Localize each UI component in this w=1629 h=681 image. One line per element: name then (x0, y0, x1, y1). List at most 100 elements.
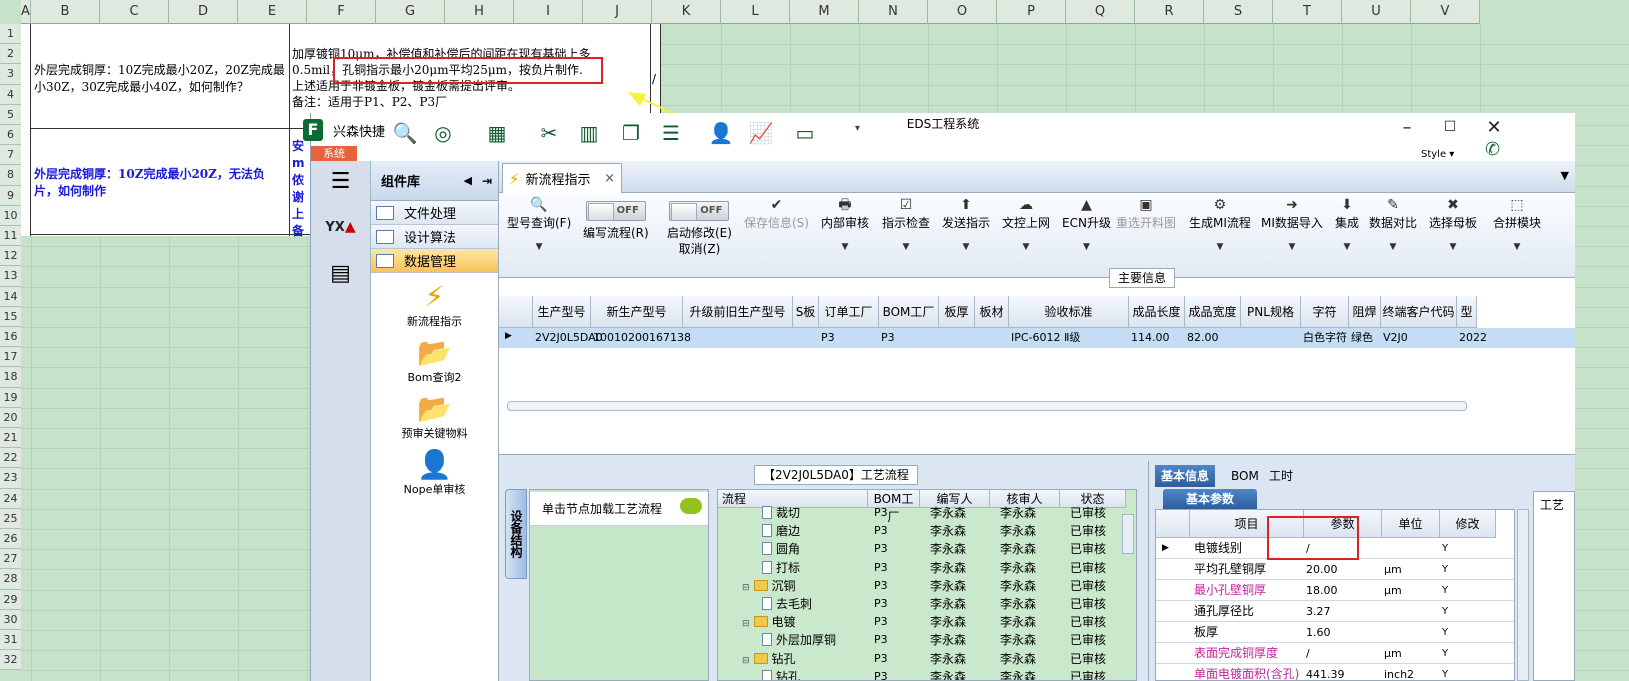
tree-node[interactable]: 外层加厚铜 (762, 631, 836, 649)
tree-node[interactable]: 钻孔 (762, 668, 800, 680)
vertical-scrollbar[interactable] (1122, 514, 1134, 554)
launcher-item[interactable]: 📂 预审关键物料 (371, 393, 498, 441)
system-tab[interactable]: 系统 (311, 146, 357, 162)
tree-node[interactable]: ⊟ 钻孔 (742, 650, 796, 670)
param-value[interactable]: 20.00 (1306, 559, 1338, 580)
ribbon-button[interactable]: ☑ 指示检查 ▼ (882, 197, 930, 255)
subtab-basic-params[interactable]: 基本参数 (1163, 489, 1257, 509)
column-header[interactable]: 升级前旧生产型号 (683, 296, 793, 328)
dropdown-arrow-icon[interactable]: ▼ (942, 239, 990, 255)
tab-list-icon[interactable]: ▼ (1561, 169, 1569, 182)
param-tab[interactable]: 工时 (1263, 465, 1299, 487)
dropdown-arrow-icon[interactable]: ▼ (1002, 239, 1050, 255)
column-header[interactable]: PNL规格 (1241, 296, 1301, 328)
dropdown-arrow-icon[interactable]: ▼ (821, 239, 869, 255)
dropdown-arrow-icon[interactable]: ▼ (507, 239, 571, 255)
tree-node[interactable]: 圆角 (762, 540, 800, 558)
param-scrollbar[interactable] (1517, 509, 1529, 681)
minimize-icon[interactable]: – (1394, 117, 1420, 138)
dropdown-arrow-icon[interactable]: ▼ (1062, 239, 1111, 255)
ribbon-button[interactable]: ☁ 文控上网 ▼ (1002, 197, 1050, 255)
close-icon[interactable]: ✕ (1481, 117, 1507, 138)
menu-icon[interactable]: ☰ (311, 161, 370, 201)
column-header[interactable]: 板厚 (939, 296, 975, 328)
component-item[interactable]: 设计算法 (371, 225, 498, 249)
component-item[interactable]: 文件处理 (371, 201, 498, 225)
param-row[interactable]: 最小孔壁铜厚 18.00 μm Y (1156, 580, 1514, 601)
column-header[interactable]: 成品长度 (1129, 296, 1185, 328)
tree-node[interactable]: ⊟ 电镀 (742, 613, 796, 633)
tree-row[interactable]: 外层加厚铜 P3 李永森 李永森 已审核 (718, 631, 1126, 649)
ribbon-button[interactable]: ✎ 数据对比 ▼ (1369, 197, 1417, 255)
expand-icon[interactable]: ⊟ (742, 656, 750, 666)
collapse-icon[interactable]: ◀ (463, 174, 471, 187)
ribbon-button[interactable]: 🖶 内部审核 ▼ (821, 197, 869, 255)
dropdown-arrow-icon[interactable]: ▼ (1429, 239, 1477, 255)
ribbon-button[interactable]: ✖ 选择母板 ▼ (1429, 197, 1477, 255)
ribbon-button[interactable]: OFF 启动修改(E) 取消(Z) (667, 197, 732, 257)
column-header[interactable]: 型 (1457, 296, 1477, 328)
component-item[interactable]: 数据管理 (371, 249, 498, 273)
tree-node[interactable]: 磨边 (762, 522, 800, 540)
launcher-item[interactable]: ⚡ 新流程指示 (371, 281, 498, 329)
column-header[interactable]: S板 (793, 296, 819, 328)
column-header[interactable]: 订单工厂 (819, 296, 879, 328)
tree-row[interactable]: 裁切 P3 李永森 李永森 已审核 (718, 504, 1126, 522)
calculator-icon[interactable]: ▤ (311, 253, 370, 293)
column-header[interactable]: 阻焊 (1349, 296, 1381, 328)
ribbon-button[interactable]: OFF 编写流程(R) (583, 197, 649, 241)
expand-icon[interactable]: ⊟ (742, 583, 750, 593)
dropdown-arrow-icon[interactable]: ▼ (1189, 239, 1251, 255)
column-header[interactable]: 字符 (1301, 296, 1349, 328)
param-tab[interactable]: 基本信息 (1155, 465, 1216, 487)
tree-row[interactable]: 磨边 P3 李永森 李永森 已审核 (718, 522, 1126, 540)
dropdown-arrow-icon[interactable]: ▼ (1261, 239, 1323, 255)
tree-row[interactable]: 去毛刺 P3 李永森 李永森 已审核 (718, 595, 1126, 613)
column-header[interactable]: BOM工厂 (879, 296, 939, 328)
tree-row[interactable]: 打标 P3 李永森 李永森 已审核 (718, 559, 1126, 577)
toggle-switch[interactable]: OFF (669, 201, 730, 221)
param-row[interactable]: 表面完成铜厚度 / μm Y (1156, 643, 1514, 664)
launcher-item[interactable]: 📂 Bom查询2 (371, 337, 498, 385)
tree-row[interactable]: ⊟ 钻孔 P3 李永森 李永森 已审核 (718, 650, 1126, 668)
ribbon-button[interactable]: ⚙ 生成MI流程 ▼ (1189, 197, 1251, 255)
maximize-icon[interactable]: ☐ (1437, 119, 1463, 135)
param-value[interactable]: 1.60 (1306, 622, 1331, 643)
column-header[interactable]: 验收标准 (1009, 296, 1129, 328)
param-column-header[interactable]: 修改 (1440, 510, 1496, 538)
tree-row[interactable]: ⊟ 电镀 P3 李永森 李永森 已审核 (718, 613, 1126, 631)
column-header[interactable]: 板材 (975, 296, 1009, 328)
ribbon-button[interactable]: ▲ ECN升级 ▼ (1062, 197, 1111, 255)
param-row[interactable]: 单面电镀面积(含孔) 441.39 inch2 Y (1156, 664, 1514, 680)
ribbon-button[interactable]: ⬆ 发送指示 ▼ (942, 197, 990, 255)
tree-node[interactable]: ⊟ 沉铜 (742, 577, 796, 597)
dropdown-arrow-icon[interactable]: ▼ (1493, 239, 1541, 255)
tree-row[interactable]: ⊟ 沉铜 P3 李永森 李永森 已审核 (718, 577, 1126, 595)
param-column-header[interactable]: 单位 (1382, 510, 1440, 538)
yx-logo-icon[interactable]: YX ▲ (311, 207, 370, 247)
param-row[interactable]: 板厚 1.60 Y (1156, 622, 1514, 643)
ribbon-button[interactable]: 🔍 型号查询(F) ▼ (507, 197, 571, 255)
column-header[interactable]: 生产型号 (533, 296, 591, 328)
column-header[interactable]: 成品宽度 (1185, 296, 1241, 328)
tree-row[interactable]: 钻孔 P3 李永森 李永森 已审核 (718, 668, 1126, 680)
ribbon-button[interactable]: ⬚ 合拼模块 ▼ (1493, 197, 1541, 255)
pin-icon[interactable]: ⇥ (482, 174, 492, 188)
horizontal-scrollbar[interactable] (507, 401, 1467, 411)
column-header[interactable]: 终端客户代码 (1381, 296, 1457, 328)
tree-node[interactable]: 打标 (762, 559, 800, 577)
launcher-item[interactable]: 👤 Nope单审核 (371, 449, 498, 497)
phone-icon[interactable]: ✆ (1485, 139, 1500, 160)
style-menu[interactable]: Style ▾ (1421, 149, 1454, 160)
param-tab[interactable]: BOM (1225, 465, 1265, 487)
param-value[interactable]: 441.39 (1306, 664, 1345, 680)
expand-icon[interactable]: ⊟ (742, 619, 750, 629)
param-value[interactable]: 3.27 (1306, 601, 1331, 622)
tree-node[interactable]: 裁切 (762, 504, 800, 522)
param-row[interactable]: 通孔厚径比 3.27 Y (1156, 601, 1514, 622)
ribbon-button[interactable]: ✔ 保存信息(S) (744, 197, 809, 231)
tree-node[interactable]: 去毛刺 (762, 595, 812, 613)
ribbon-button[interactable]: ⬇ 集成 ▼ (1335, 197, 1359, 255)
dropdown-arrow-icon[interactable]: ▼ (1369, 239, 1417, 255)
ribbon-button[interactable]: ▣ 重选开料图 (1116, 197, 1176, 231)
